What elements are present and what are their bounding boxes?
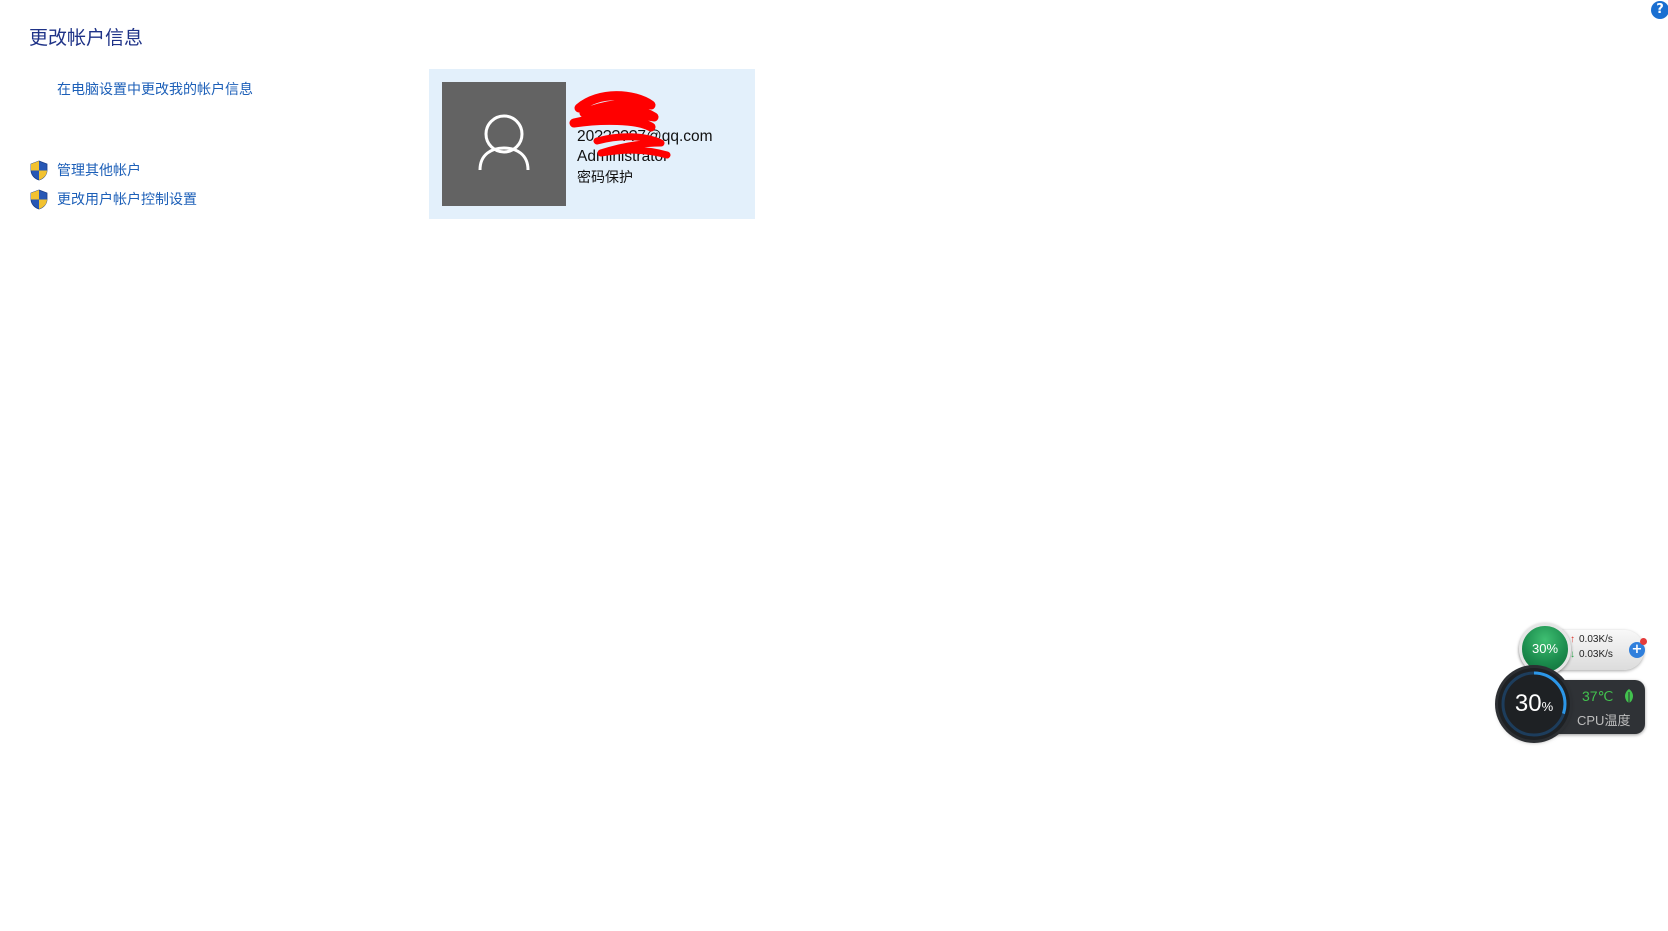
question-mark-icon[interactable]: ?: [1651, 1, 1668, 19]
cpu-load-unit: %: [1541, 699, 1554, 714]
cpu-temperature-value: 37℃: [1582, 688, 1614, 704]
uac-settings-task[interactable]: 更改用户帐户控制设置: [29, 188, 197, 210]
download-speed: ↓ 0.03K/s: [1570, 649, 1613, 660]
uac-settings-link[interactable]: 更改用户帐户控制设置: [57, 189, 197, 209]
cpu-load-value: 30: [1514, 690, 1542, 717]
cpu-temperature-label: CPU温度: [1577, 713, 1631, 728]
arrow-up-icon: ↑: [1570, 634, 1575, 645]
manage-other-accounts-task[interactable]: 管理其他帐户: [29, 159, 141, 181]
pc-settings-link[interactable]: 在电脑设置中更改我的帐户信息: [57, 79, 253, 99]
notification-dot: [1640, 638, 1647, 645]
download-speed-value: 0.03K/s: [1579, 649, 1613, 660]
uac-shield-icon: [30, 160, 48, 180]
arrow-down-icon: ↓: [1570, 649, 1575, 660]
account-card: 20?????7@qq.com Administrator 密码保护: [429, 69, 755, 219]
account-role: Administrator: [577, 148, 669, 165]
uac-shield-icon: [30, 189, 48, 209]
account-settings-window: 更改帐户信息 ? 在电脑设置中更改我的帐户信息 管理其他帐户 更改用户帐户控制设…: [0, 0, 1668, 931]
account-email: 20?????7@qq.com: [577, 128, 713, 145]
cpu-load-readout: 30%: [1498, 690, 1570, 721]
account-info: 20?????7@qq.com Administrator 密码保护: [577, 127, 713, 187]
user-silhouette-icon: [478, 114, 530, 171]
manage-other-accounts-link[interactable]: 管理其他帐户: [57, 160, 141, 180]
avatar: [442, 82, 566, 206]
upload-speed-value: 0.03K/s: [1579, 634, 1613, 645]
page-title: 更改帐户信息: [29, 27, 144, 49]
upload-speed: ↑ 0.03K/s: [1570, 634, 1613, 645]
account-protection: 密码保护: [577, 169, 633, 185]
leaf-icon: [1625, 689, 1633, 703]
